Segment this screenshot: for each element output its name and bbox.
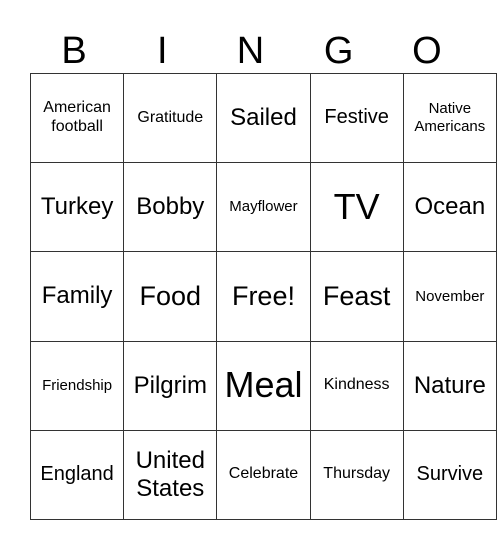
free-space-cell[interactable]: Free! [216,251,311,342]
bingo-cell[interactable]: Festive [309,72,404,164]
bingo-board: American football Gratitude Sailed Festi… [29,72,497,520]
bingo-cell[interactable]: Native Americans [402,72,497,164]
bingo-cell[interactable]: Food [123,251,218,342]
header-letter-g: G [323,30,354,72]
bingo-cell[interactable]: American football [29,72,125,164]
bingo-cell[interactable]: Bobby [123,162,218,253]
bingo-cell[interactable]: Gratitude [123,72,218,164]
bingo-cell[interactable]: Kindness [309,340,404,431]
bingo-cell[interactable]: Friendship [29,340,125,431]
header-letter-b: B [61,30,87,72]
bingo-cell[interactable]: Thursday [309,429,404,520]
board-row: Family Food Free! Feast November [29,251,497,342]
board-row: Turkey Bobby Mayflower TV Ocean [29,162,497,253]
bingo-cell[interactable]: Sailed [216,72,311,164]
header-letter-i: I [157,30,168,72]
bingo-cell[interactable]: Celebrate [216,429,311,520]
header-letter-o: O [412,30,442,72]
bingo-header: B I N G O [30,28,471,74]
bingo-cell[interactable]: Pilgrim [123,340,218,431]
bingo-cell[interactable]: England [29,429,125,520]
bingo-cell[interactable]: Nature [402,340,497,431]
bingo-cell[interactable]: United States [123,429,218,520]
bingo-cell[interactable]: Meal [216,340,311,431]
bingo-cell[interactable]: Family [29,251,125,342]
bingo-cell[interactable]: Ocean [402,162,497,253]
board-row: American football Gratitude Sailed Festi… [29,72,497,164]
bingo-cell[interactable]: Mayflower [216,162,311,253]
board-row: England United States Celebrate Thursday… [29,429,497,520]
bingo-cell[interactable]: November [402,251,497,342]
header-letter-n: N [236,30,265,72]
board-row: Friendship Pilgrim Meal Kindness Nature [29,340,497,431]
bingo-cell[interactable]: Turkey [29,162,125,253]
bingo-cell[interactable]: Survive [402,429,497,520]
bingo-cell[interactable]: Feast [309,251,404,342]
bingo-cell[interactable]: TV [309,162,404,253]
